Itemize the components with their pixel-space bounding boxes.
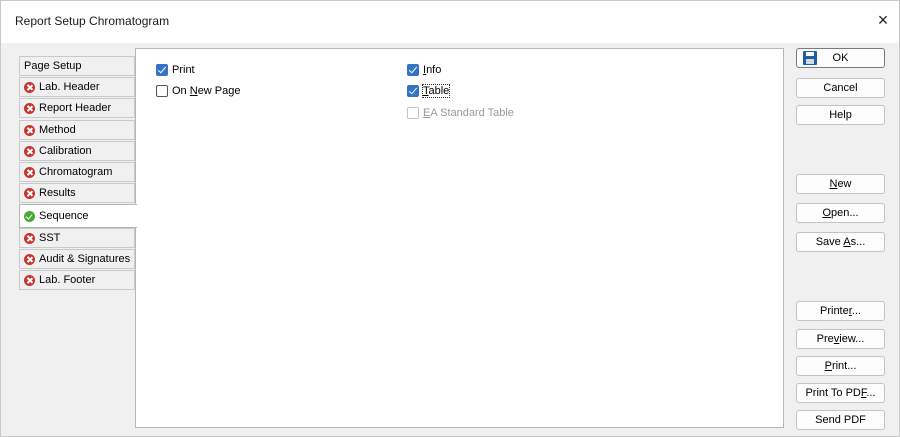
tab-label: Chromatogram	[39, 166, 113, 178]
help-button[interactable]: Help	[796, 105, 885, 125]
print-checkbox[interactable]: Print	[156, 62, 195, 78]
tab-label: SST	[39, 232, 61, 244]
checkbox-unchecked-icon	[156, 85, 168, 97]
print-label: Print	[172, 64, 195, 76]
send-pdf-label: Send PDF	[815, 414, 866, 426]
error-icon	[24, 81, 35, 93]
checkbox-checked-icon	[156, 64, 168, 76]
on-new-page-label: On New Page	[172, 85, 241, 97]
tab-chromatogram[interactable]: Chromatogram	[19, 162, 135, 182]
error-icon	[24, 232, 35, 244]
tab-calibration[interactable]: Calibration	[19, 141, 135, 161]
tab-label: Audit & Signatures	[39, 253, 131, 265]
help-label: Help	[829, 109, 852, 121]
tab-label: Results	[39, 187, 76, 199]
tab-lab-header[interactable]: Lab. Header	[19, 77, 135, 97]
new-label: New	[829, 178, 852, 190]
tab-audit-signatures[interactable]: Audit & Signatures	[19, 249, 135, 269]
tab-sst[interactable]: SST	[19, 228, 135, 248]
error-icon	[24, 102, 35, 114]
tab-label: Sequence	[39, 210, 89, 222]
checkbox-disabled-icon	[407, 107, 419, 119]
open-button[interactable]: Open...	[796, 203, 885, 223]
print-button[interactable]: Print...	[796, 356, 885, 376]
tab-label: Page Setup	[24, 60, 82, 72]
tab-method[interactable]: Method	[19, 120, 135, 140]
error-icon	[24, 187, 35, 199]
preview-label: Preview...	[816, 333, 865, 345]
save-icon	[803, 51, 817, 65]
ea-standard-table-label: EA Standard Table	[423, 107, 514, 119]
table-checkbox[interactable]: Table	[407, 83, 451, 99]
printer-label: Printer...	[820, 305, 861, 317]
preview-button[interactable]: Preview...	[796, 329, 885, 349]
window-title: Report Setup Chromatogram	[15, 14, 170, 28]
ok-label: OK	[832, 52, 849, 64]
sequence-panel: Print On New Page Info Table EA Standard…	[135, 48, 784, 428]
title-bar: Report Setup Chromatogram ×	[1, 1, 899, 43]
tab-label: Calibration	[39, 145, 92, 157]
on-new-page-checkbox[interactable]: On New Page	[156, 83, 241, 99]
printer-button[interactable]: Printer...	[796, 301, 885, 321]
tab-label: Report Header	[39, 102, 112, 114]
ea-standard-table-checkbox: EA Standard Table	[407, 105, 514, 121]
tab-results[interactable]: Results	[19, 183, 135, 203]
error-icon	[24, 274, 35, 286]
print-to-pdf-label: Print To PDF...	[805, 387, 876, 399]
info-checkbox[interactable]: Info	[407, 62, 441, 78]
error-icon	[24, 124, 35, 136]
tab-sequence[interactable]: Sequence	[19, 204, 137, 228]
info-label: Info	[423, 64, 442, 76]
cancel-label: Cancel	[823, 82, 858, 94]
table-label: Table	[421, 84, 451, 98]
open-label: Open...	[822, 207, 859, 219]
ok-button[interactable]: OK	[796, 48, 885, 68]
print-to-pdf-button[interactable]: Print To PDF...	[796, 383, 885, 403]
save-as-label: Save As...	[815, 236, 866, 248]
error-icon	[24, 253, 35, 265]
tab-page-setup[interactable]: Page Setup	[19, 56, 135, 76]
print-btn-label: Print...	[824, 360, 857, 372]
tab-label: Method	[39, 124, 76, 136]
new-button[interactable]: New	[796, 174, 885, 194]
check-icon	[24, 210, 35, 222]
tab-label: Lab. Footer	[39, 274, 96, 286]
close-icon[interactable]: ×	[871, 9, 895, 33]
error-icon	[24, 166, 35, 178]
error-icon	[24, 145, 35, 157]
checkbox-checked-icon	[407, 85, 419, 97]
report-setup-dialog: Report Setup Chromatogram × Page Setup L…	[0, 0, 900, 437]
tab-lab-footer[interactable]: Lab. Footer	[19, 270, 135, 290]
cancel-button[interactable]: Cancel	[796, 78, 885, 98]
checkbox-checked-icon	[407, 64, 419, 76]
tab-label: Lab. Header	[39, 81, 100, 93]
tab-report-header[interactable]: Report Header	[19, 98, 135, 118]
send-pdf-button[interactable]: Send PDF	[796, 410, 885, 430]
save-as-button[interactable]: Save As...	[796, 232, 885, 252]
